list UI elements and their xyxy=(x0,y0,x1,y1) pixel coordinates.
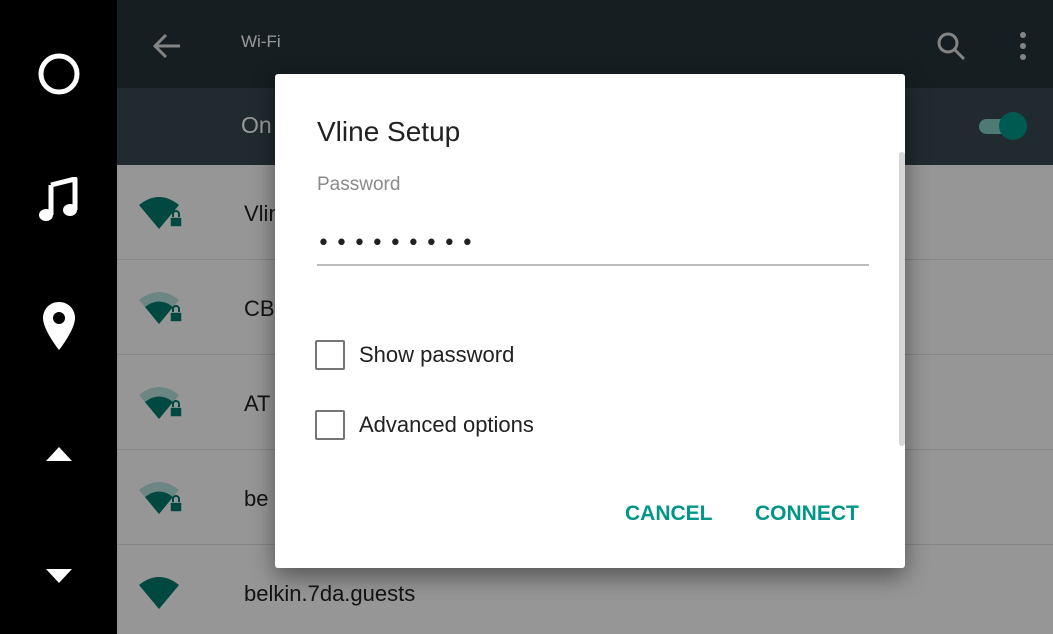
password-label: Password xyxy=(317,174,401,195)
wifi-password-dialog: Vline Setup Password Show password Advan… xyxy=(275,74,905,568)
show-password-checkbox[interactable] xyxy=(315,340,345,370)
location-pin-icon xyxy=(42,302,75,350)
cancel-button[interactable]: CANCEL xyxy=(619,498,719,530)
dialog-scrollbar[interactable] xyxy=(899,152,905,446)
triangle-down-icon xyxy=(45,569,72,583)
triangle-up-icon xyxy=(45,447,72,461)
advanced-options-label: Advanced options xyxy=(359,412,534,437)
show-password-label: Show password xyxy=(359,342,515,367)
scroll-up-button[interactable] xyxy=(0,436,117,472)
advanced-options-checkbox[interactable] xyxy=(315,410,345,440)
home-button[interactable] xyxy=(0,44,117,104)
dialog-title: Vline Setup xyxy=(317,116,461,147)
advanced-options-checkbox-row[interactable]: Advanced options xyxy=(315,410,534,440)
scroll-down-button[interactable] xyxy=(0,558,117,594)
show-password-checkbox-row[interactable]: Show password xyxy=(315,340,514,370)
password-input[interactable] xyxy=(317,222,869,266)
nav-rail xyxy=(0,0,117,634)
music-button[interactable] xyxy=(0,170,117,230)
circle-icon xyxy=(38,53,79,95)
music-note-icon xyxy=(38,177,77,221)
navigation-button[interactable] xyxy=(0,294,117,358)
connect-button[interactable]: CONNECT xyxy=(749,498,865,530)
